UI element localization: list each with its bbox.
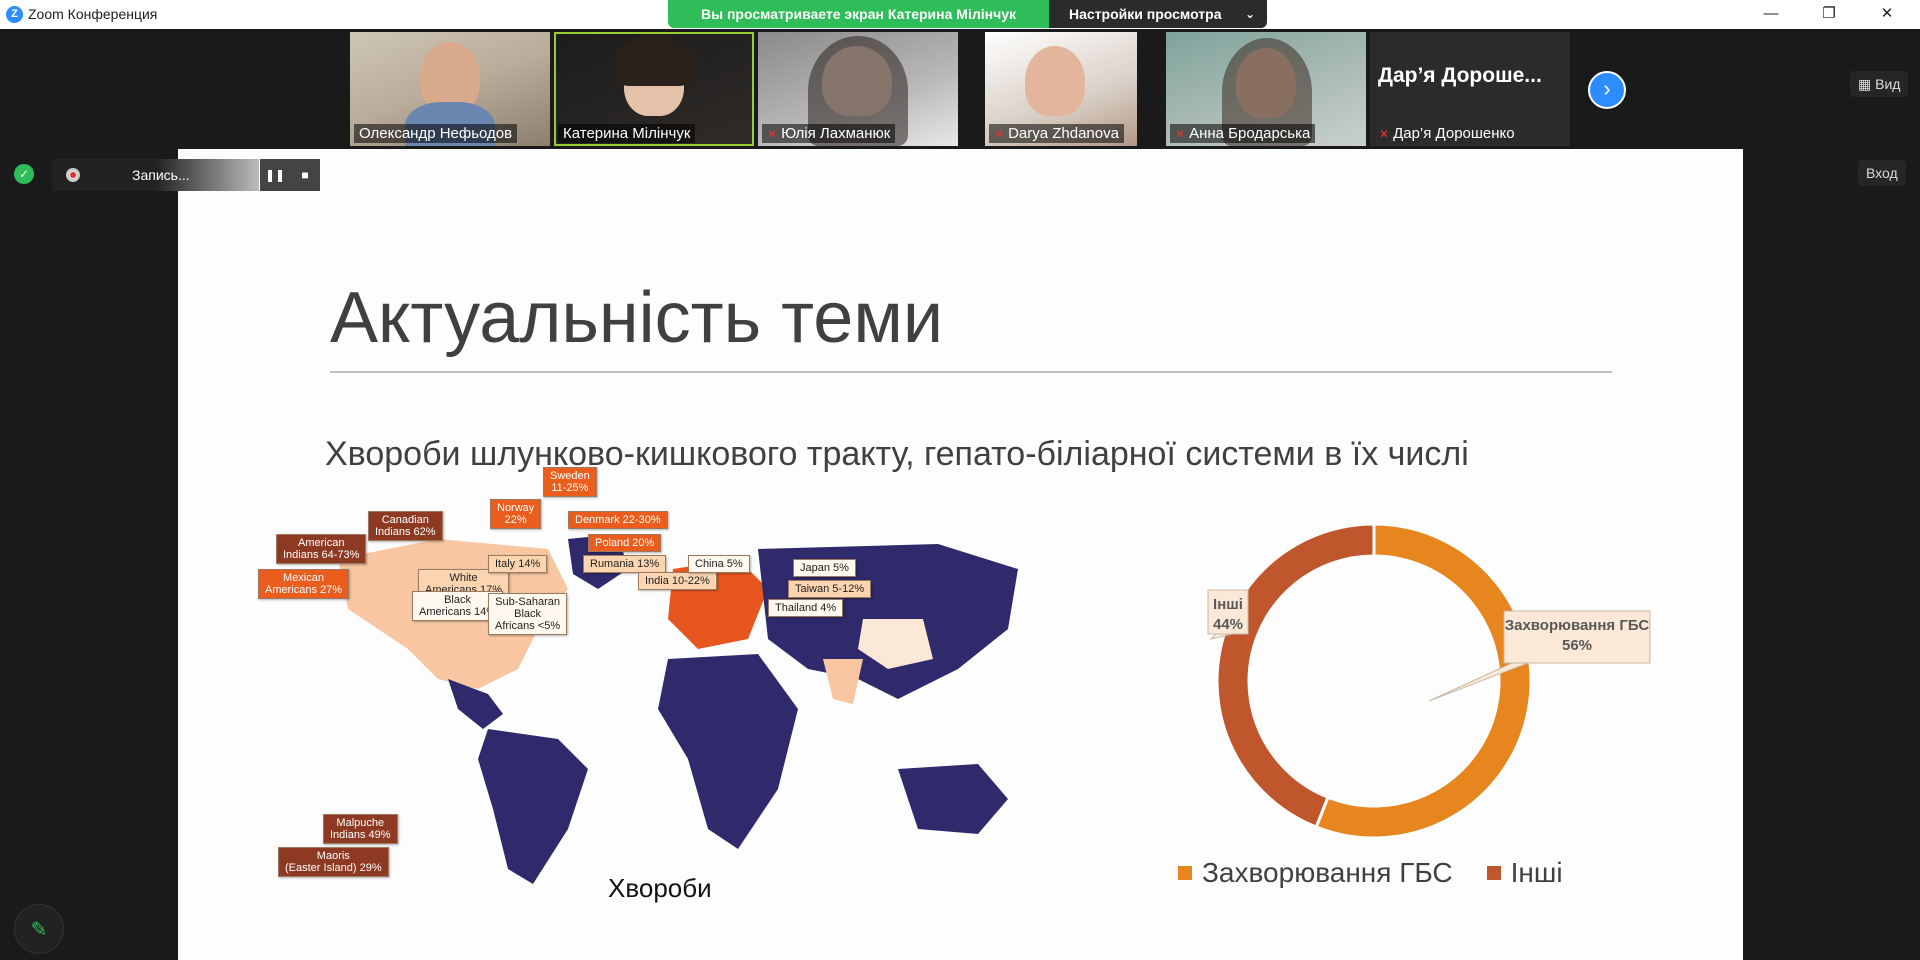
- donut-data-label-text: 56%: [1562, 637, 1592, 654]
- donut-data-label: Захворювання ГБС 56%: [1428, 610, 1651, 702]
- participant-name-large: Дар’я Дороше...: [1378, 64, 1542, 87]
- participant-name: Олександр Нефьодов: [354, 124, 518, 143]
- donut-slice: [1314, 522, 1533, 840]
- participant-video: [1025, 46, 1085, 116]
- restore-button[interactable]: ❐: [1806, 0, 1852, 29]
- donut-slice: [1215, 522, 1376, 829]
- slide-subtitle: Хвороби шлунково-кишкового тракту, гепат…: [325, 435, 1469, 473]
- map-label: India 10-22%: [638, 572, 717, 590]
- map-label: Norway 22%: [490, 499, 542, 529]
- recording-bar: Запись... ❚❚ ■: [52, 159, 320, 191]
- view-button[interactable]: ▦ Вид: [1850, 71, 1909, 97]
- map-label: Sub-Saharan Black Africans <5%: [488, 593, 568, 635]
- map-label: Rumania 13%: [583, 555, 667, 573]
- chart-legend: Захворювання ГБС Інші: [1178, 857, 1563, 889]
- donut-data-label-text: Інші: [1213, 596, 1243, 613]
- participant-tile[interactable]: ✕ Юлія Лахманюк: [758, 32, 958, 146]
- map-label: Mexican Americans 27%: [258, 569, 350, 599]
- minimize-button[interactable]: —: [1748, 0, 1794, 29]
- map-label: Maoris (Easter Island) 29%: [278, 847, 389, 877]
- donut-data-label: Інші 44%: [1207, 589, 1249, 640]
- participant-name: ✕ Юлія Лахманюк: [762, 124, 896, 143]
- map-label: Denmark 22-30%: [568, 511, 668, 529]
- close-button[interactable]: ✕: [1864, 0, 1910, 29]
- recording-status: Запись...: [52, 159, 259, 191]
- donut-data-label-text: Захворювання ГБС: [1505, 617, 1650, 634]
- chevron-right-icon: ›: [1603, 76, 1611, 101]
- map-label: Japan 5%: [793, 559, 856, 577]
- slide-title: Актуальність теми: [330, 278, 944, 358]
- participant-name: ✕ Анна Бродарська: [1170, 124, 1316, 143]
- participant-name: ✕ Darya Zhdanova: [989, 124, 1124, 143]
- app-title: Zoom Конференция: [28, 6, 158, 22]
- shield-icon[interactable]: ✓: [14, 164, 34, 184]
- donut-data-label-text: 44%: [1213, 616, 1243, 633]
- participant-tile-active-speaker[interactable]: Катерина Мілінчук: [554, 32, 754, 146]
- zoom-logo-icon: Z: [6, 6, 23, 23]
- map-africa: [658, 654, 798, 849]
- title-divider: [330, 371, 1612, 373]
- pause-recording-button[interactable]: ❚❚: [260, 159, 290, 191]
- map-india: [823, 659, 863, 704]
- map-label: Poland 20%: [588, 534, 662, 552]
- legend-item: Захворювання ГБС: [1178, 857, 1453, 889]
- participant-video: [614, 36, 694, 86]
- participant-tile-video-off[interactable]: Дар’я Дороше... ✕ Дар’я Дорошенко: [1370, 32, 1570, 146]
- chevron-down-icon: ⌄: [1244, 7, 1255, 21]
- legend-label: Інші: [1510, 857, 1563, 888]
- next-page-button[interactable]: ›: [1588, 71, 1626, 109]
- stop-recording-button[interactable]: ■: [290, 159, 320, 191]
- map-label: Canadian Indians 62%: [368, 511, 443, 541]
- legend-item: Інші: [1486, 857, 1563, 889]
- map-label: Thailand 4%: [768, 599, 844, 617]
- record-icon: [66, 168, 80, 182]
- map-label: Sweden 11-25%: [543, 467, 597, 497]
- map-label: Italy 14%: [488, 555, 548, 573]
- map-label: Taiwan 5-12%: [788, 580, 872, 598]
- legend-swatch: [1178, 866, 1192, 880]
- enter-button[interactable]: Вход: [1858, 160, 1906, 186]
- share-banner-text: Вы просматриваете экран Катерина Мілінчу…: [668, 0, 1049, 28]
- mic-muted-icon: ✕: [767, 127, 778, 141]
- map-south-america: [478, 729, 588, 884]
- mic-muted-icon: ✕: [1175, 127, 1186, 141]
- participant-gallery: Олександр Нефьодов Катерина Мілінчук ✕ Юл…: [0, 29, 1920, 149]
- grid-icon: ▦: [1858, 76, 1876, 92]
- legend-label: Захворювання ГБС: [1202, 857, 1453, 888]
- map-label: Malpuche Indians 49%: [323, 814, 398, 844]
- map-australia: [898, 764, 1008, 834]
- pencil-icon[interactable]: ✎: [14, 904, 64, 954]
- legend-swatch: [1486, 866, 1501, 880]
- participant-tile[interactable]: ✕ Darya Zhdanova: [985, 32, 1137, 146]
- recording-label: Запись...: [132, 167, 190, 183]
- participant-tile[interactable]: Олександр Нефьодов: [350, 32, 550, 146]
- view-settings-button[interactable]: Настройки просмотра ⌄: [1049, 0, 1267, 28]
- mic-muted-icon: ✕: [1379, 127, 1390, 141]
- mic-muted-icon: ✕: [994, 127, 1005, 141]
- participant-name: Катерина Мілінчук: [558, 124, 696, 143]
- participant-tile[interactable]: ✕ Анна Бродарська: [1166, 32, 1366, 146]
- view-settings-label: Настройки просмотра: [1069, 6, 1222, 22]
- participant-name: ✕ Дар’я Дорошенко: [1379, 125, 1515, 142]
- map-caption: Хвороби: [608, 873, 712, 903]
- map-label: China 5%: [688, 555, 750, 573]
- shared-screen-slide: Актуальність теми Хвороби шлунково-кишко…: [178, 149, 1743, 960]
- share-banner: Вы просматриваете экран Катерина Мілінчу…: [668, 0, 1049, 28]
- map-label: American Indians 64-73%: [276, 534, 367, 564]
